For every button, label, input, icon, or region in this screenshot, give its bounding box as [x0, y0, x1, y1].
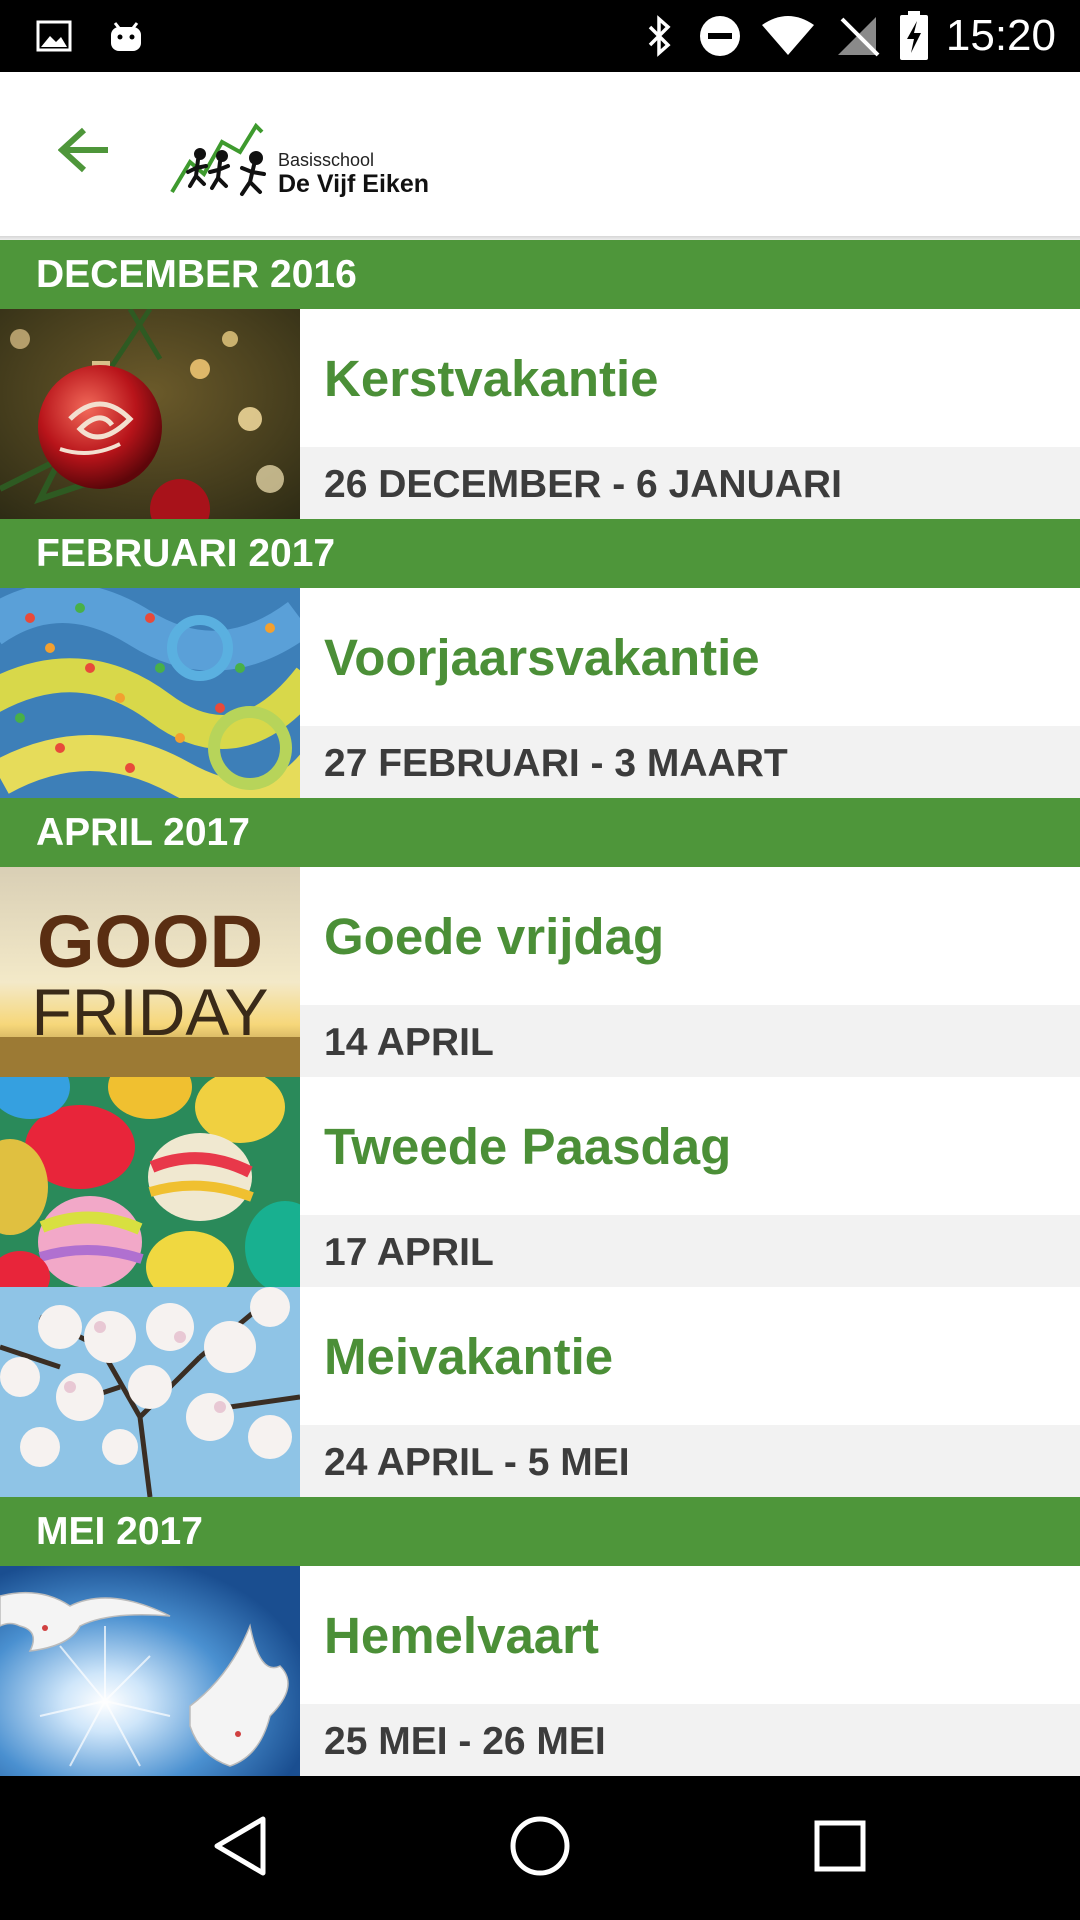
event-title: Goede vrijdag: [324, 908, 665, 965]
nav-back-button[interactable]: [190, 1798, 290, 1898]
home-circle-icon: [509, 1815, 571, 1882]
blossom-tree-image: [0, 1287, 300, 1497]
list-item[interactable]: Kerstvakantie 26 DECEMBER - 6 JANUARI: [0, 309, 1080, 519]
easter-eggs-image: [0, 1077, 300, 1287]
app-toolbar: Basisschool De Vijf Eiken: [0, 72, 1080, 236]
event-date: 14 APRIL: [300, 1005, 1080, 1077]
month-header: FEBRUARI 2017: [0, 519, 1080, 588]
good-friday-text-2: FRIDAY: [31, 975, 268, 1049]
good-friday-image: GOOD FRIDAY: [0, 867, 300, 1077]
logo-runners-icon: [170, 122, 266, 196]
image-icon: [34, 0, 74, 72]
doves-sky-image: [0, 1566, 300, 1776]
logo-subtitle: Basisschool: [278, 150, 375, 170]
event-date: 25 MEI - 26 MEI: [300, 1704, 1080, 1776]
month-header: DECEMBER 2016: [0, 240, 1080, 309]
back-button[interactable]: [44, 112, 124, 192]
wifi-icon: [760, 0, 816, 72]
list-item[interactable]: Tweede Paasdag 17 APRIL: [0, 1077, 1080, 1287]
no-signal-icon: [834, 0, 882, 72]
bluetooth-icon: [640, 0, 680, 72]
list-item[interactable]: GOOD FRIDAY Goede vrijdag 14 APRIL: [0, 867, 1080, 1077]
back-triangle-icon: [211, 1815, 269, 1882]
nav-recents-button[interactable]: [790, 1798, 890, 1898]
event-date: 24 APRIL - 5 MEI: [300, 1425, 1080, 1497]
arrow-back-icon: [57, 127, 110, 178]
list-item[interactable]: Meivakantie 24 APRIL - 5 MEI: [0, 1287, 1080, 1497]
month-header: APRIL 2017: [0, 798, 1080, 867]
logo-title: De Vijf Eiken: [278, 170, 429, 198]
month-header: MEI 2017: [0, 1497, 1080, 1566]
school-logo: Basisschool De Vijf Eiken: [170, 112, 440, 202]
carnival-streamers-image: [0, 588, 300, 798]
vacation-list[interactable]: DECEMBER 2016 Kerstvakantie 26 DECEMBER …: [0, 240, 1080, 1776]
nav-home-button[interactable]: [490, 1798, 590, 1898]
list-item[interactable]: Hemelvaart 25 MEI - 26 MEI: [0, 1566, 1080, 1776]
christmas-bauble-image: [0, 309, 300, 519]
recents-square-icon: [813, 1819, 867, 1878]
status-bar: 15:20: [0, 0, 1080, 72]
battery-charging-icon: [896, 0, 932, 72]
event-title: Voorjaarsvakantie: [324, 629, 760, 686]
good-friday-text-1: GOOD: [37, 900, 263, 983]
do-not-disturb-icon: [696, 0, 744, 72]
status-time: 15:20: [945, 11, 1056, 60]
event-title: Kerstvakantie: [324, 350, 659, 407]
event-title: Tweede Paasdag: [324, 1118, 732, 1175]
event-title: Meivakantie: [324, 1328, 614, 1385]
list-item[interactable]: Voorjaarsvakantie 27 FEBRUARI - 3 MAART: [0, 588, 1080, 798]
event-date: 17 APRIL: [300, 1215, 1080, 1287]
event-date: 27 FEBRUARI - 3 MAART: [300, 726, 1080, 798]
system-nav-bar: [0, 1776, 1080, 1920]
event-date: 26 DECEMBER - 6 JANUARI: [300, 447, 1080, 519]
event-title: Hemelvaart: [324, 1607, 599, 1664]
android-icon: [104, 0, 148, 72]
